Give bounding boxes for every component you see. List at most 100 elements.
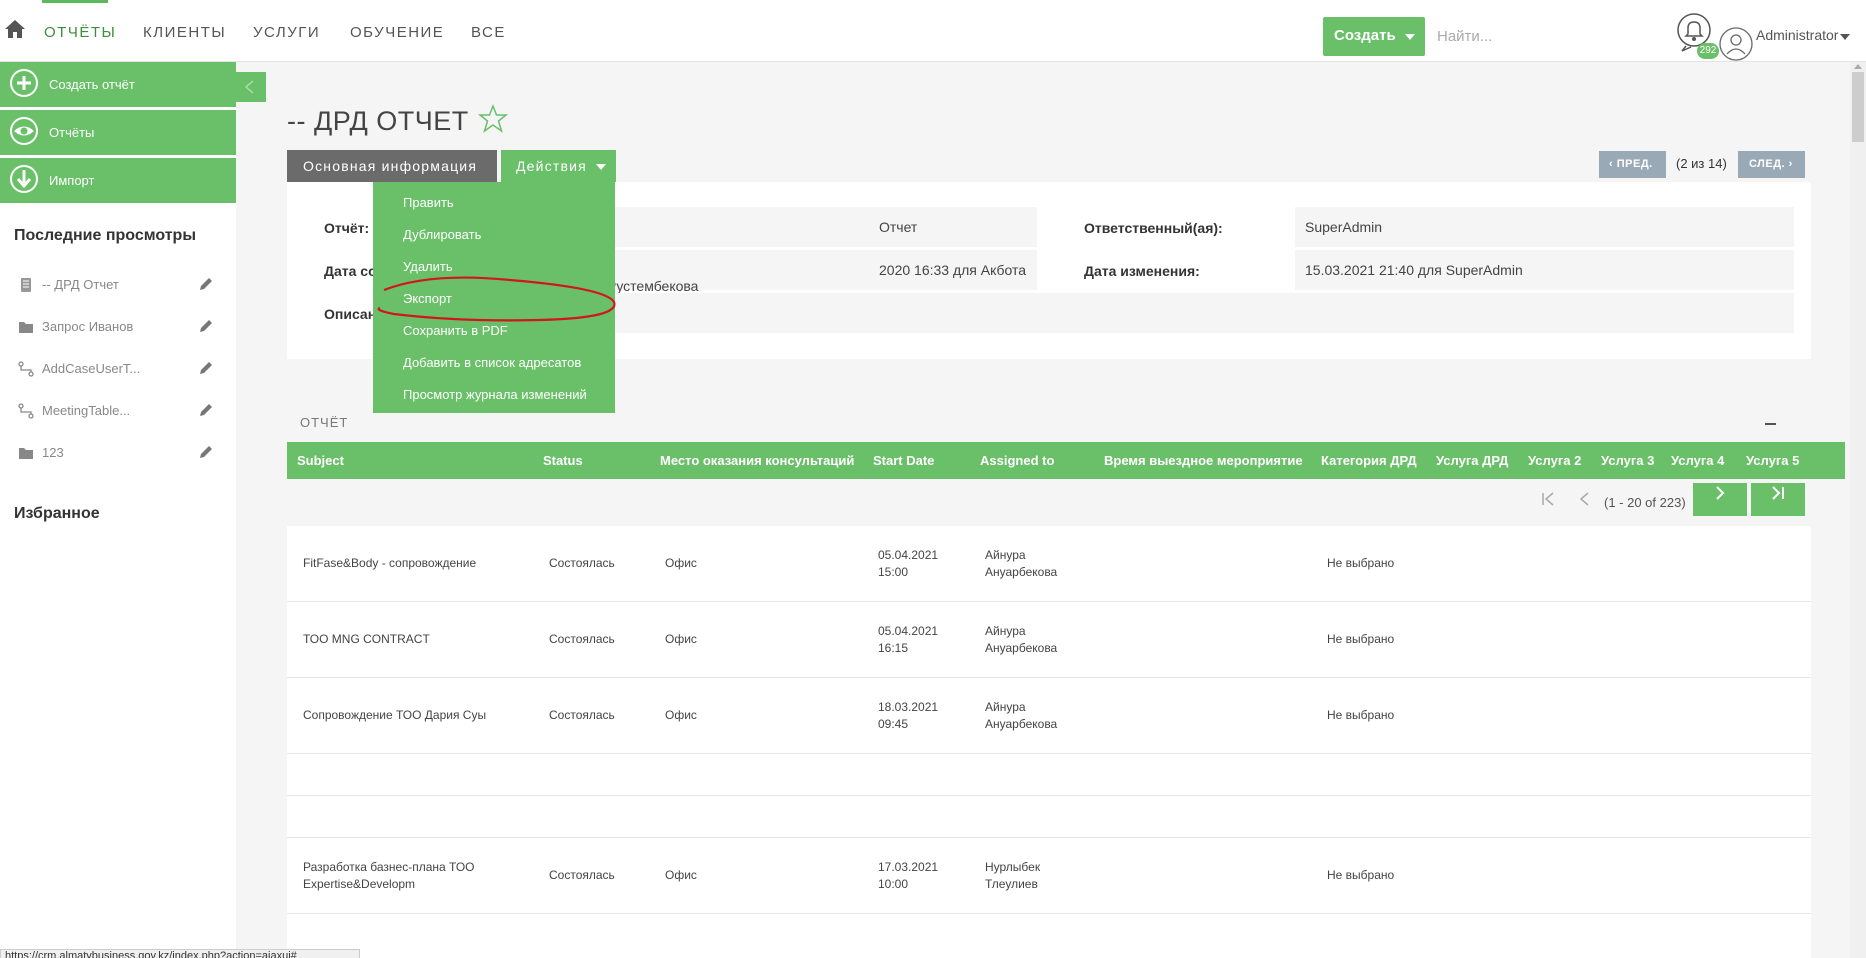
cell-date: 05.04.2021 xyxy=(878,624,939,638)
cell-place: Офис xyxy=(665,632,697,646)
recent-views-heading: Последние просмотры xyxy=(14,227,196,244)
menu-item-view-change-log[interactable]: Просмотр журнала изменений xyxy=(403,387,587,402)
cell-subject-text: Разработка базнес-плана ТОО Expertise&De… xyxy=(303,860,475,891)
cell-assigned[interactable]: Тлеулиев xyxy=(985,876,1038,893)
scroll-up-icon[interactable] xyxy=(1854,64,1862,69)
pencil-icon[interactable] xyxy=(198,318,214,334)
recent-item[interactable]: Запрос Иванов xyxy=(18,318,218,338)
nav-tab-clients[interactable]: КЛИЕНТЫ xyxy=(143,24,226,41)
next-label: СЛЕД. xyxy=(1749,158,1786,170)
cell-status: Состоялась xyxy=(549,708,615,722)
menu-item-edit[interactable]: Править xyxy=(403,195,454,210)
recent-item[interactable]: MeetingTable... xyxy=(18,402,218,422)
minimize-icon[interactable] xyxy=(1765,423,1776,425)
column-header[interactable]: Время выездное мероприятие xyxy=(1104,453,1303,468)
collapse-left-icon xyxy=(244,80,254,94)
table-row[interactable]: FitFase&Body - сопровождение Состоялась … xyxy=(287,526,1811,602)
prev-record-button[interactable]: ‹ ПРЕД. xyxy=(1599,151,1666,178)
cell-date: 17.03.2021 xyxy=(878,860,939,874)
column-header[interactable]: Место оказания консультаций xyxy=(660,453,854,468)
chevron-down-icon[interactable] xyxy=(1840,34,1850,40)
recent-item[interactable]: AddCaseUserT... xyxy=(18,360,218,380)
column-header[interactable]: Услуга 4 xyxy=(1671,453,1724,468)
table-row[interactable]: ТОО MNG CONTRACT Состоялась Офис 05.04.2… xyxy=(287,602,1811,678)
column-header[interactable]: Категория ДРД xyxy=(1321,453,1417,468)
cell-status: Состоялась xyxy=(549,868,615,882)
menu-item-add-to-target-list[interactable]: Добавить в список адресатов xyxy=(403,355,581,370)
create-button-label: Создать xyxy=(1334,27,1396,44)
actions-label: Действия xyxy=(516,158,587,174)
column-header[interactable]: Start Date xyxy=(873,453,934,468)
search-input[interactable] xyxy=(1437,22,1637,50)
nav-tab-services[interactable]: УСЛУГИ xyxy=(253,24,320,41)
user-name[interactable]: Administrator xyxy=(1756,27,1838,43)
table-row-empty xyxy=(287,754,1811,796)
table-row[interactable]: Разработка базнес-плана ТОО Expertise&De… xyxy=(287,838,1811,914)
column-header[interactable]: Subject xyxy=(297,453,344,468)
column-header[interactable]: Услуга 2 xyxy=(1528,453,1581,468)
menu-item-duplicate[interactable]: Дублировать xyxy=(403,227,481,242)
cell-status: Состоялась xyxy=(549,556,615,570)
recent-item-label: 123 xyxy=(42,445,64,460)
column-header[interactable]: Assigned to xyxy=(980,453,1054,468)
scrollbar-thumb[interactable] xyxy=(1852,72,1864,142)
column-header[interactable]: Услуга 3 xyxy=(1601,453,1654,468)
tab-basic-info[interactable]: Основная информация xyxy=(287,150,497,182)
pencil-icon[interactable] xyxy=(198,402,214,418)
cell-assigned[interactable]: Ануарбекова xyxy=(985,716,1057,733)
recent-item-label: MeetingTable... xyxy=(42,403,131,418)
recent-item-label: Запрос Иванов xyxy=(42,319,134,334)
next-record-button[interactable]: СЛЕД. › xyxy=(1738,151,1805,178)
page-scrollbar[interactable] xyxy=(1850,62,1866,958)
create-button[interactable]: Создать xyxy=(1323,17,1425,56)
actions-dropdown-menu: Править Дублировать Удалить Экспорт Сохр… xyxy=(373,182,615,413)
column-header[interactable]: Услуга 5 xyxy=(1746,453,1799,468)
cell-time: 16:15 xyxy=(878,641,909,655)
record-position: (2 из 14) xyxy=(1676,156,1727,171)
avatar[interactable] xyxy=(1718,26,1754,62)
nav-tab-reports[interactable]: ОТЧЁТЫ xyxy=(44,24,116,41)
first-page-icon[interactable] xyxy=(1538,489,1558,509)
sidebar-create-report[interactable]: Создать отчёт xyxy=(0,62,236,108)
cell-assigned[interactable]: Айнура xyxy=(985,623,1026,640)
cell-subject[interactable]: FitFase&Body - сопровождение xyxy=(303,555,476,572)
cell-assigned[interactable]: Нурлыбек xyxy=(985,859,1040,876)
created-field-label: Дата со xyxy=(324,263,377,279)
pencil-icon[interactable] xyxy=(198,444,214,460)
home-icon[interactable] xyxy=(4,18,26,40)
sidebar-import[interactable]: Импорт xyxy=(0,158,236,204)
menu-item-export[interactable]: Экспорт xyxy=(403,291,452,306)
star-icon[interactable] xyxy=(478,104,508,134)
cell-subject[interactable]: Сопровождение ТОО Дария Суы xyxy=(303,707,486,724)
pencil-icon[interactable] xyxy=(198,360,214,376)
sidebar-collapse-toggle[interactable] xyxy=(236,72,266,102)
sidebar-item-label: Отчёты xyxy=(49,125,95,140)
last-page-button[interactable] xyxy=(1751,483,1805,516)
chevron-down-icon xyxy=(596,164,606,170)
cell-subject[interactable]: Разработка базнес-плана ТОО Expertise&De… xyxy=(303,859,493,893)
prev-page-icon[interactable] xyxy=(1575,489,1595,509)
recent-item[interactable]: 123 xyxy=(18,444,218,464)
cell-subject[interactable]: ТОО MNG CONTRACT xyxy=(303,631,430,648)
sidebar-item-label: Импорт xyxy=(49,173,95,188)
recent-item-label: AddCaseUserT... xyxy=(42,361,141,376)
actions-dropdown-button[interactable]: Действия xyxy=(501,150,616,182)
cell-assigned[interactable]: Айнура xyxy=(985,699,1026,716)
cell-assigned[interactable]: Ануарбекова xyxy=(985,564,1057,581)
nav-tab-all[interactable]: ВСЕ xyxy=(471,24,506,41)
menu-item-delete[interactable]: Удалить xyxy=(403,259,453,274)
cell-assigned[interactable]: Ануарбекова xyxy=(985,640,1057,657)
prev-label: ПРЕД. xyxy=(1616,158,1653,170)
nav-tab-training[interactable]: ОБУЧЕНИЕ xyxy=(350,24,444,41)
next-page-button[interactable] xyxy=(1693,483,1747,516)
table-row[interactable]: Сопровождение ТОО Дария Суы Состоялась О… xyxy=(287,678,1811,754)
column-header[interactable]: Status xyxy=(543,453,583,468)
column-header[interactable]: Услуга ДРД xyxy=(1436,453,1508,468)
report-section-title: ОТЧЁТ xyxy=(300,415,349,430)
sidebar-reports[interactable]: Отчёты xyxy=(0,110,236,156)
pencil-icon[interactable] xyxy=(198,276,214,292)
recent-item[interactable]: -- ДРД Отчет xyxy=(18,276,218,296)
menu-item-save-pdf[interactable]: Сохранить в PDF xyxy=(403,323,508,338)
modified-field-label: Дата изменения: xyxy=(1084,263,1200,279)
cell-assigned[interactable]: Айнура xyxy=(985,547,1026,564)
